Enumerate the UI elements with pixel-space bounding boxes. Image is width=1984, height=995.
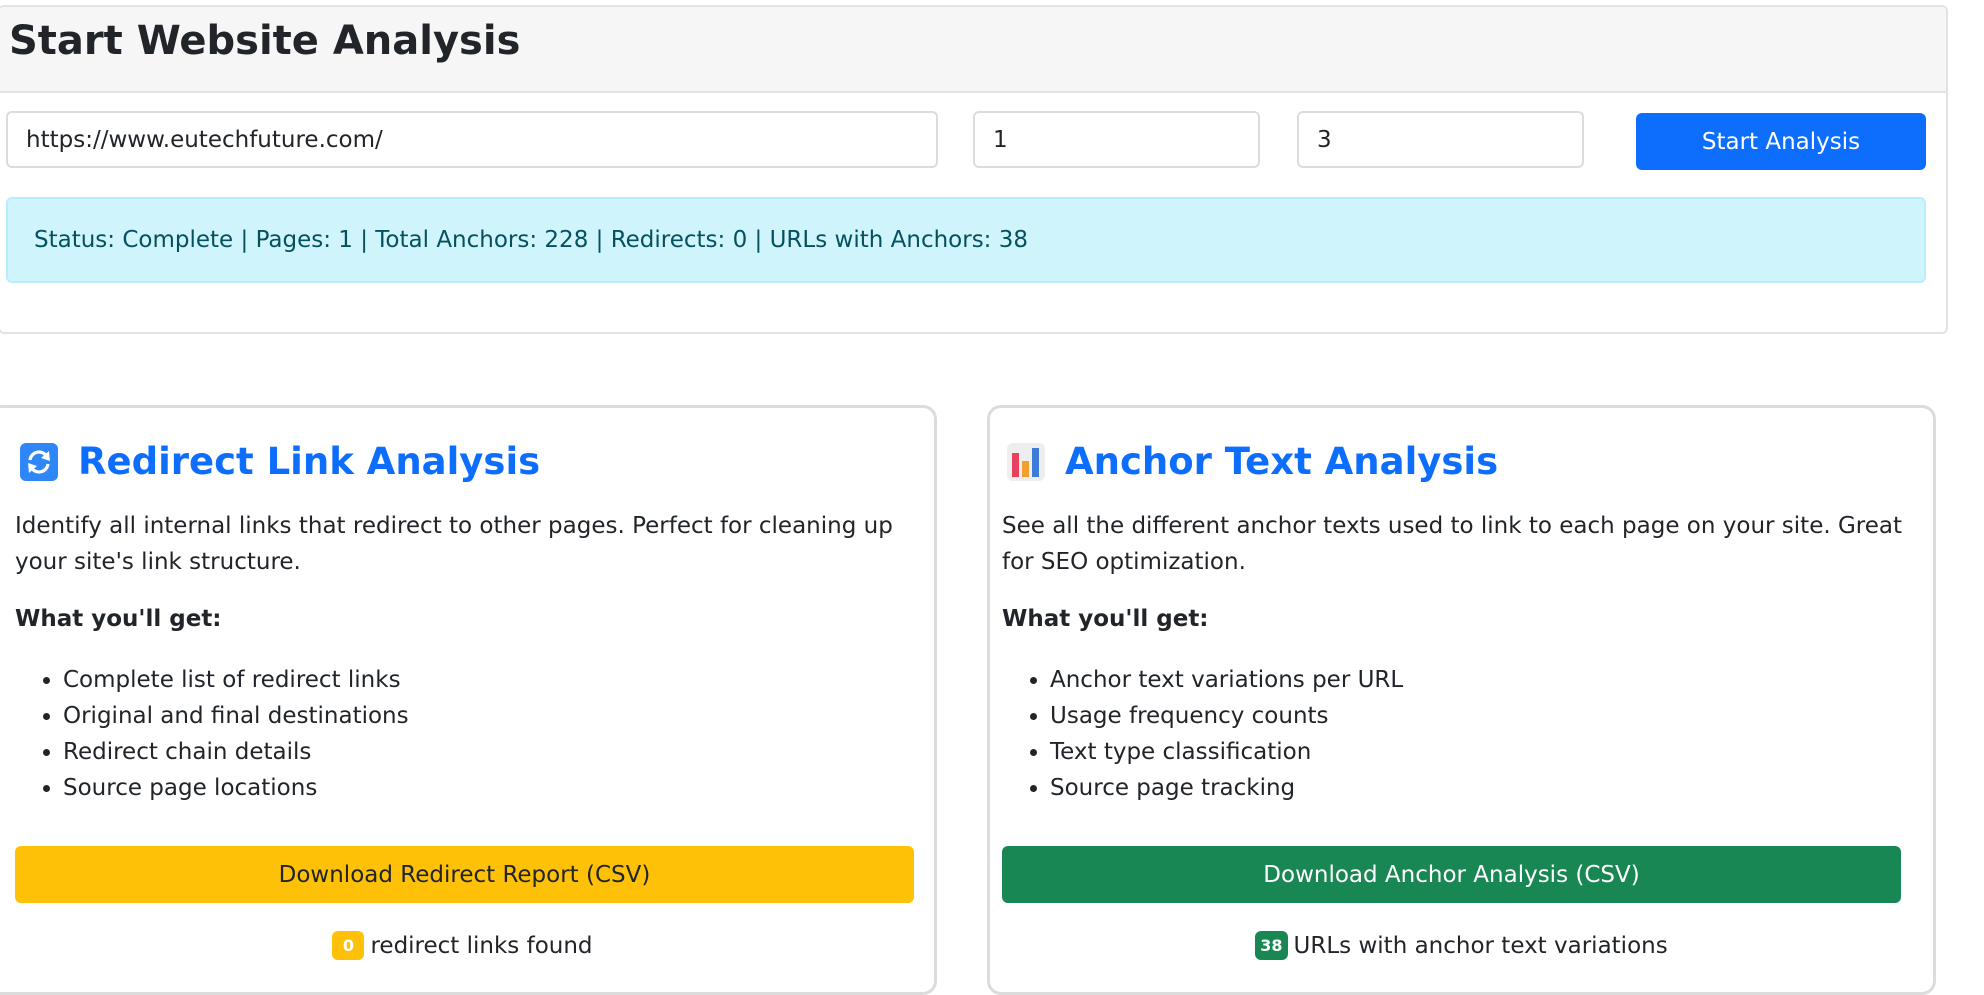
list-item: Complete list of redirect links xyxy=(63,662,409,698)
list-item: Original and final destinations xyxy=(63,698,409,734)
redirect-count-badge: 0 xyxy=(332,931,365,960)
bar-chart-icon xyxy=(1007,442,1045,481)
redirect-card-description: Identify all internal links that redirec… xyxy=(15,513,893,575)
redirect-analysis-card: Redirect Link Analysis Identify all inte… xyxy=(0,405,937,995)
page-title: Start Website Analysis xyxy=(9,18,521,64)
start-analysis-button[interactable]: Start Analysis xyxy=(1636,113,1926,170)
anchor-card-subheading: What you'll get: xyxy=(1002,606,1209,632)
anchor-card-title: Anchor Text Analysis xyxy=(1007,440,1498,483)
list-item: Usage frequency counts xyxy=(1050,698,1403,734)
depth-input[interactable] xyxy=(1297,111,1584,168)
list-item: Source page tracking xyxy=(1050,770,1403,806)
anchor-card-title-text: Anchor Text Analysis xyxy=(1065,440,1499,483)
refresh-icon xyxy=(20,442,58,481)
redirect-count-label: redirect links found xyxy=(370,933,593,959)
redirect-feature-list: Complete list of redirect links Original… xyxy=(15,662,409,806)
list-item: Redirect chain details xyxy=(63,734,409,770)
anchor-analysis-card: Anchor Text Analysis See all the differe… xyxy=(987,405,1936,995)
status-text: Status: Complete | Pages: 1 | Total Anch… xyxy=(34,227,1028,253)
list-item: Source page locations xyxy=(63,770,409,806)
url-input[interactable] xyxy=(6,111,938,168)
anchor-count-badge: 38 xyxy=(1255,931,1288,960)
list-item: Anchor text variations per URL xyxy=(1050,662,1403,698)
anchor-card-description: See all the different anchor texts used … xyxy=(1002,513,1902,575)
redirect-count-summary: 0 redirect links found xyxy=(0,931,934,960)
download-anchor-analysis-button[interactable]: Download Anchor Analysis (CSV) xyxy=(1002,846,1901,903)
max-pages-input[interactable] xyxy=(973,111,1260,168)
download-redirect-report-button[interactable]: Download Redirect Report (CSV) xyxy=(15,846,914,903)
list-item: Text type classification xyxy=(1050,734,1403,770)
status-message: Status: Complete | Pages: 1 | Total Anch… xyxy=(6,197,1926,283)
redirect-card-title: Redirect Link Analysis xyxy=(20,440,540,483)
redirect-card-title-text: Redirect Link Analysis xyxy=(78,440,541,483)
redirect-card-subheading: What you'll get: xyxy=(15,606,222,632)
anchor-feature-list: Anchor text variations per URL Usage fre… xyxy=(1002,662,1403,806)
anchor-count-summary: 38 URLs with anchor text variations xyxy=(990,931,1933,960)
anchor-count-label: URLs with anchor text variations xyxy=(1293,933,1668,959)
